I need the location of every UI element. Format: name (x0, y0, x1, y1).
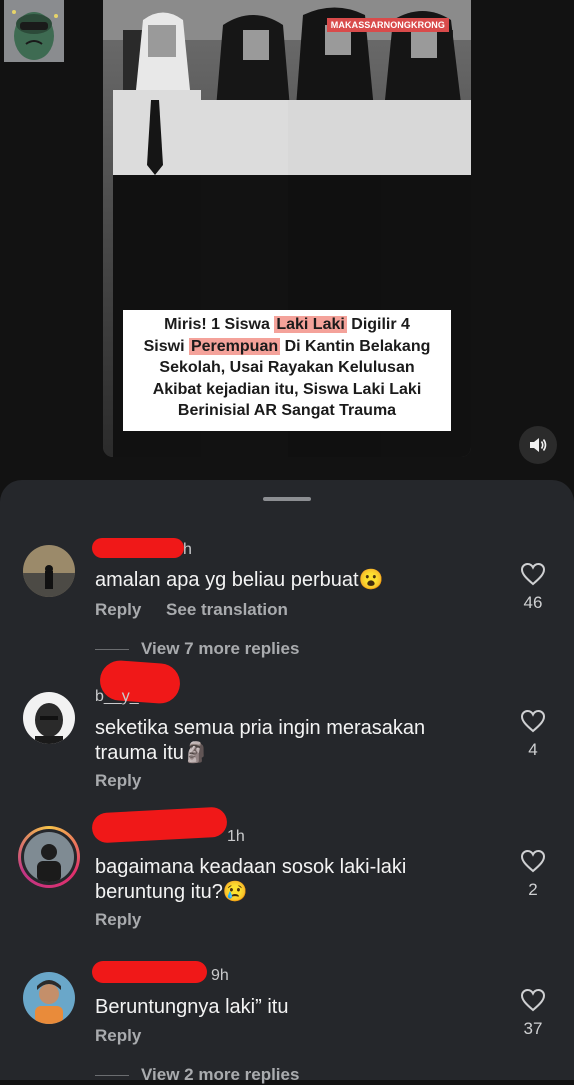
reply-button[interactable]: Reply (95, 600, 141, 619)
avatar-photo-icon (23, 692, 75, 744)
caption-line-1: Miris! 1 Siswa Laki Laki Digilir 4 (164, 316, 410, 333)
comment-actions: Reply (95, 1026, 161, 1046)
like-count: 2 (528, 880, 538, 899)
caption-line-5: Berinisial AR Sangat Trauma (177, 402, 397, 419)
like-count: 37 (523, 1019, 543, 1038)
comment-text: amalan apa yg beliau perbuat😮 (95, 569, 384, 591)
avatar[interactable] (23, 692, 75, 744)
username[interactable]: 1h (227, 828, 245, 846)
heart-icon (520, 988, 546, 1012)
view-more-replies-button[interactable]: View 2 more replies (94, 1065, 299, 1085)
avatar-story-ring[interactable] (18, 826, 80, 888)
username[interactable]: 9h (211, 967, 229, 985)
comments-sheet: h amalan apa yg beliau perbuat😮 Reply Se… (0, 480, 574, 1084)
avatar[interactable] (23, 972, 75, 1024)
username[interactable]: h (183, 541, 192, 559)
comment-text: bagaimana keadaan sosok laki-laki berunt… (95, 856, 407, 903)
comment-text: Beruntungnya laki” itu (95, 996, 289, 1018)
cartoon-avatar-icon (4, 0, 64, 62)
like-button[interactable] (518, 709, 548, 738)
comment-actions: Reply See translation (95, 600, 308, 620)
like-button[interactable] (518, 849, 548, 878)
comment-actions: Reply (95, 910, 161, 930)
redacted-username (92, 538, 184, 558)
avatar[interactable] (23, 545, 75, 597)
like-count: 4 (528, 740, 538, 759)
image-caption: Miris! 1 Siswa Laki Laki Digilir 4 Siswi… (123, 310, 451, 431)
avatar-photo-icon (24, 832, 74, 882)
watermark-label: MAKASSARNONGKRONG (326, 18, 449, 32)
speaker-icon (530, 438, 547, 452)
view-more-replies-button[interactable]: View 7 more replies (94, 639, 299, 659)
heart-icon (520, 849, 546, 873)
like-button[interactable] (518, 562, 548, 591)
avatar-photo-icon (23, 545, 75, 597)
profile-avatar[interactable] (4, 0, 64, 62)
username[interactable]: b__y_ (95, 688, 139, 706)
caption-line-3: Sekolah, Usai Rayakan Kelulusan (159, 359, 415, 376)
comment-actions: Reply (95, 771, 161, 791)
reply-button[interactable]: Reply (95, 1026, 141, 1045)
sound-toggle-button[interactable] (519, 426, 557, 464)
caption-line-4: Akibat kejadian itu, Siswa Laki Laki (152, 380, 422, 398)
reply-button[interactable]: Reply (95, 771, 141, 790)
redacted-username (91, 806, 228, 844)
reply-button[interactable]: Reply (95, 910, 141, 929)
post-image[interactable]: MAKASSARNONGKRONG Miris! 1 Siswa Laki La… (103, 0, 471, 457)
like-count: 46 (523, 593, 543, 612)
avatar-photo-icon (23, 972, 75, 1024)
heart-icon (520, 709, 546, 733)
heart-icon (520, 562, 546, 586)
comment-text: seketika semua pria ingin merasakan trau… (95, 717, 426, 764)
drag-handle[interactable] (263, 497, 311, 501)
see-translation-button[interactable]: See translation (166, 600, 288, 619)
caption-line-2: Siswi Perempuan Di Kantin Belakang (143, 337, 431, 355)
like-button[interactable] (518, 988, 548, 1017)
redacted-username (92, 961, 207, 983)
